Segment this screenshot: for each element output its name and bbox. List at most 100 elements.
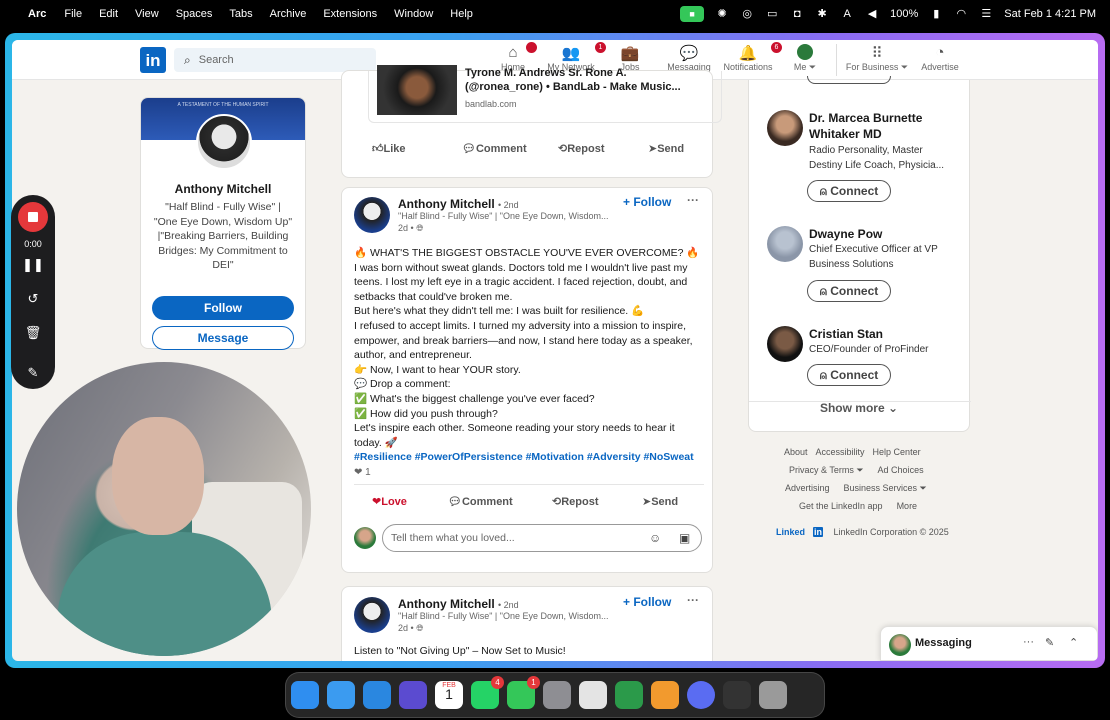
mail-icon[interactable] (327, 681, 355, 709)
connect-button[interactable]: ⍝ Connect (807, 280, 891, 302)
footer-link[interactable]: About (784, 447, 808, 457)
shared-link-preview[interactable]: Tyrone M. Andrews Sr. Rone A. (@ronea_ro… (368, 65, 722, 123)
menu-file[interactable]: File (64, 8, 82, 20)
bluetooth-icon[interactable]: ✱ (815, 8, 829, 20)
profile-follow-button[interactable]: Follow (152, 296, 294, 320)
linkedin-logo[interactable]: in (140, 47, 166, 73)
suggestion-name[interactable]: Dwayne Pow (809, 226, 959, 242)
app-status-icon[interactable]: ◘ (790, 8, 804, 20)
stop-recording-button[interactable] (18, 202, 48, 232)
suggestion-avatar[interactable] (767, 110, 803, 146)
post-hashtags[interactable]: #Resilience #PowerOfPersistence #Motivat… (354, 450, 714, 465)
whatsapp-icon[interactable]: 4 (471, 676, 504, 709)
nav-notifications[interactable]: 🔔 6 Notifications (720, 42, 782, 72)
brightness-icon[interactable]: ✺ (715, 8, 729, 20)
compose-icon[interactable]: ✎ (1045, 636, 1054, 649)
launchpad-icon[interactable] (579, 681, 607, 709)
post-body: 🔥 WHAT'S THE BIGGEST OBSTACLE YOU'VE EVE… (354, 246, 714, 465)
menu-spaces[interactable]: Spaces (176, 8, 213, 20)
arc-icon[interactable] (687, 681, 715, 709)
control-center-icon[interactable]: ☰ (979, 8, 993, 20)
wifi-icon[interactable]: ◠ (954, 8, 968, 20)
menu-extensions[interactable]: Extensions (323, 8, 377, 20)
calendar-icon[interactable]: FEB 1 (435, 681, 463, 709)
footer-link[interactable]: Accessibility (816, 447, 865, 457)
send-button[interactable]: ➤ Send (648, 142, 684, 155)
footer-link[interactable]: Advertising (785, 483, 830, 493)
nav-advertise[interactable]: ◔ Advertise (918, 44, 962, 72)
profile-name[interactable]: Anthony Mitchell (141, 182, 305, 196)
connect-button[interactable]: ⍝ Connect (807, 180, 891, 202)
profile-avatar[interactable] (196, 114, 252, 170)
trash-icon[interactable]: 🗑︎ (11, 325, 55, 341)
safari-icon[interactable] (363, 681, 391, 709)
show-more-button[interactable]: Show more ⌄ (748, 401, 970, 415)
messaging-bar[interactable]: Messaging ··· ✎ ⌃ (880, 626, 1098, 661)
menu-view[interactable]: View (135, 8, 159, 20)
menu-archive[interactable]: Archive (270, 8, 307, 20)
suggestion-name[interactable]: Cristian Stan (809, 326, 959, 342)
repost-button[interactable]: ⟲ Repost (552, 495, 642, 508)
post-follow-button[interactable]: + Follow (623, 595, 671, 609)
footer-link[interactable]: More (897, 501, 918, 511)
finder-icon[interactable] (291, 681, 319, 709)
suggestion-avatar[interactable] (767, 226, 803, 262)
messages-icon[interactable]: 1 (507, 676, 540, 709)
trash-icon[interactable] (759, 681, 787, 709)
status-icon[interactable]: ◎ (740, 8, 754, 20)
post-author-avatar[interactable] (354, 197, 390, 233)
post-author-name[interactable]: Anthony Mitchell • 2nd (398, 597, 519, 611)
repost-button[interactable]: ⟲ Repost (558, 142, 648, 155)
nav-for-business[interactable]: ⠿ For Business ⏷ (844, 44, 910, 73)
volume-icon[interactable]: ◀ (865, 8, 879, 20)
comment-button[interactable]: 💬︎ Comment (462, 142, 558, 155)
menu-edit[interactable]: Edit (99, 8, 118, 20)
camera-status-icon[interactable]: ■ (680, 5, 705, 22)
send-button[interactable]: ➤ Send (642, 495, 678, 508)
search-input[interactable]: ⌕ Search (174, 48, 376, 72)
pause-icon[interactable]: ❚❚ (11, 257, 55, 273)
pages-icon[interactable] (651, 681, 679, 709)
suggestion-name[interactable]: Dr. Marcea Burnette Whitaker MD (809, 110, 959, 142)
chevron-up-icon[interactable]: ⌃ (1069, 636, 1078, 649)
menu-tabs[interactable]: Tabs (229, 8, 252, 20)
footer-link[interactable]: Ad Choices (878, 465, 924, 475)
clock[interactable]: Sat Feb 1 4:21 PM (1004, 8, 1096, 20)
system-settings-icon[interactable] (543, 681, 571, 709)
footer-link[interactable]: Privacy & Terms ⏷ (789, 465, 864, 475)
screen-recorder-icon[interactable] (615, 681, 643, 709)
menu-help[interactable]: Help (450, 8, 473, 20)
love-button[interactable]: ❤ Love (372, 495, 448, 508)
craft-icon[interactable] (399, 681, 427, 709)
connect-button-partial[interactable] (807, 76, 891, 84)
more-icon[interactable]: ··· (1023, 636, 1034, 648)
image-icon[interactable]: ▣ (679, 525, 690, 551)
keyboard-input-icon[interactable]: A (840, 8, 854, 20)
footer-link[interactable]: Help Center (873, 447, 921, 457)
profile-message-button[interactable]: Message (152, 326, 294, 350)
photo-viewer-icon[interactable] (723, 681, 751, 709)
suggestion-avatar[interactable] (767, 326, 803, 362)
comment-button[interactable]: 💬︎ Comment (448, 495, 552, 508)
reaction-count[interactable]: ❤ 1 (354, 467, 371, 478)
post-more-menu-icon[interactable]: ··· (687, 193, 699, 207)
pen-icon[interactable]: ✎ (11, 365, 55, 381)
screen-icon[interactable]: ▭ (765, 8, 779, 20)
menu-window[interactable]: Window (394, 8, 433, 20)
connect-button[interactable]: ⍝ Connect (807, 364, 891, 386)
post-author-name[interactable]: Anthony Mitchell • 2nd (398, 197, 519, 211)
post-more-menu-icon[interactable]: ··· (687, 593, 699, 607)
comment-input[interactable]: Tell them what you loved... ☺ ▣ (382, 524, 702, 552)
menubar-app-name[interactable]: Arc (28, 8, 46, 20)
restart-icon[interactable]: ↺ (11, 291, 55, 307)
like-button[interactable]: 👍︎ Like (372, 142, 462, 155)
nav-messaging[interactable]: 💬 Messaging (662, 44, 716, 72)
post-follow-button[interactable]: + Follow (623, 195, 671, 209)
nav-me[interactable]: Me ⏷ (790, 44, 820, 73)
battery-icon[interactable]: ▮ (929, 8, 943, 20)
emoji-icon[interactable]: ☺ (649, 525, 661, 551)
post-author-avatar[interactable] (354, 597, 390, 633)
webcam-bubble[interactable] (17, 362, 311, 656)
footer-link[interactable]: Business Services ⏷ (844, 483, 927, 493)
footer-link[interactable]: Get the LinkedIn app (799, 501, 883, 511)
